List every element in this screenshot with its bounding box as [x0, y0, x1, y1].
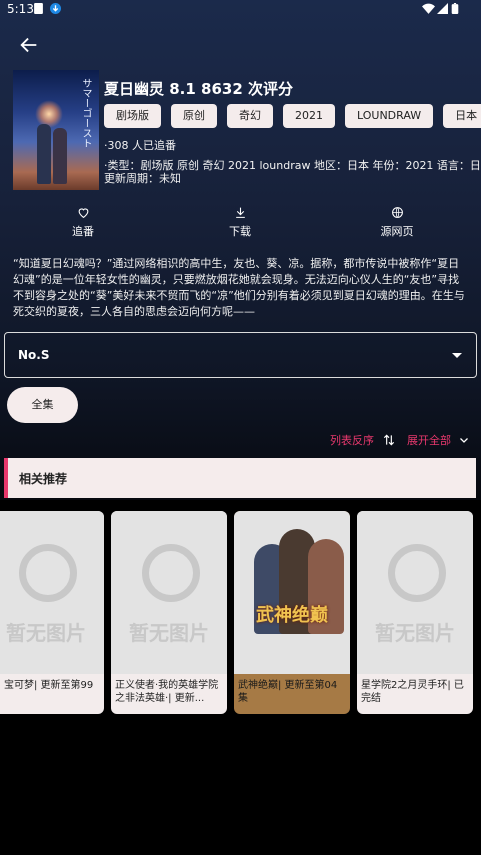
wifi-icon — [422, 3, 435, 14]
recommendation-card[interactable]: 武神绝巅 武神绝巅| 更新至第04集 — [234, 511, 350, 714]
anime-title: 夏日幽灵 8.1 8632 次评分 — [104, 80, 293, 98]
back-arrow-icon[interactable] — [18, 34, 40, 56]
card-caption: 武神绝巅| 更新至第04集 — [238, 680, 338, 704]
download-button[interactable]: 下载 — [200, 206, 280, 239]
no-image-text: 暂无图片 — [129, 621, 209, 645]
poster-figure — [53, 128, 67, 184]
placeholder-image: 暂无图片 — [111, 511, 227, 674]
no-image-text: 暂无图片 — [6, 621, 86, 645]
tag-chip[interactable]: 日本 — [443, 104, 481, 128]
download-icon — [235, 207, 245, 218]
card-caption: 宝可梦| 更新至第99 — [4, 680, 94, 691]
related-section-header: 相关推荐 — [4, 458, 476, 498]
tag-chip[interactable]: 奇幻 — [227, 104, 273, 128]
card-caption: 星学院2之月灵手环| 已完结 — [361, 680, 464, 704]
source-page-button[interactable]: 源网页 — [357, 206, 437, 239]
recommendation-card[interactable]: 暂无图片 宝可梦| 更新至第99 — [0, 511, 104, 714]
film-reel-icon — [388, 544, 446, 602]
cover-image: 武神绝巅 — [234, 511, 350, 674]
card-caption: 正义使者·我的英雄学院之非法英雄·| 更新... — [115, 680, 219, 704]
follow-label: 追番 — [72, 225, 94, 238]
expand-all-button[interactable]: 展开全部 — [407, 432, 470, 448]
poster-image: サマーゴースト — [13, 70, 99, 190]
synopsis: “知道夏日幻魂吗？”通过网络相识的高中生，友也、葵、凉。据称，都市传说中被称作“… — [13, 257, 465, 318]
download-label: 下载 — [229, 225, 251, 238]
expand-all-label: 展开全部 — [407, 434, 451, 447]
reverse-order-button[interactable]: 列表反序 — [330, 432, 396, 448]
status-bar: 5:13 — [0, 0, 481, 20]
poster-title-text: サマーゴースト — [80, 78, 91, 148]
all-episodes-button[interactable]: 全集 — [7, 387, 78, 423]
film-reel-icon — [142, 544, 200, 602]
follow-button[interactable]: 追番 — [43, 206, 123, 239]
poster-figure — [37, 124, 51, 184]
tag-list: 剧场版 原创 奇幻 2021 LOUNDRAW 日本 — [104, 104, 481, 128]
tag-chip[interactable]: 2021 — [283, 104, 335, 128]
section-title: 相关推荐 — [19, 472, 68, 486]
source-dropdown-value: No.S — [18, 348, 50, 362]
globe-icon — [391, 207, 403, 218]
signal-icon — [437, 3, 448, 14]
reverse-order-label: 列表反序 — [330, 434, 374, 447]
tag-chip[interactable]: 剧场版 — [104, 104, 161, 128]
film-reel-icon — [19, 544, 77, 602]
action-bar: 追番 下载 源网页 — [0, 206, 481, 242]
battery-icon — [451, 3, 459, 14]
placeholder-image: 暂无图片 — [357, 511, 473, 674]
recommendation-card[interactable]: 暂无图片 星学院2之月灵手环| 已完结 — [357, 511, 473, 714]
source-dropdown[interactable]: No.S — [4, 332, 477, 378]
cover-logo-text: 武神绝巅 — [256, 605, 328, 626]
download-status-icon — [50, 3, 61, 14]
update-cycle: 更新周期：未知 — [104, 172, 181, 185]
chevron-down-icon — [459, 438, 468, 443]
placeholder-image: 暂无图片 — [0, 511, 104, 674]
no-image-text: 暂无图片 — [375, 621, 455, 645]
heart-icon — [78, 208, 88, 219]
follower-count: ·308 人已追番 — [104, 139, 176, 152]
recommendation-card[interactable]: 暂无图片 正义使者·我的英雄学院之非法英雄·| 更新... — [111, 511, 227, 714]
sim-icon — [34, 3, 43, 14]
tag-chip[interactable]: 原创 — [171, 104, 217, 128]
source-page-label: 源网页 — [380, 225, 414, 238]
dropdown-arrow-icon — [452, 353, 462, 358]
status-time: 5:13 — [7, 2, 34, 16]
tag-chip[interactable]: LOUNDRAW — [345, 104, 434, 128]
sort-icon — [383, 434, 394, 446]
